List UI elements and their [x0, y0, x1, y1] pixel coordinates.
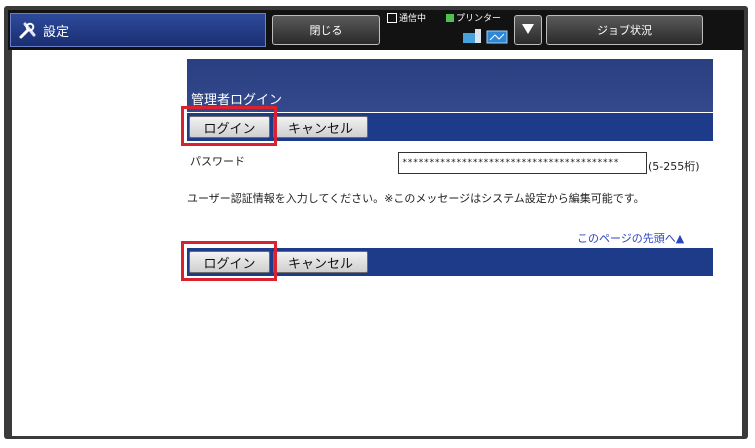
dropdown-button[interactable] — [514, 15, 542, 45]
settings-title: 設定 — [10, 13, 266, 47]
title-text: 設定 — [43, 24, 70, 40]
status-comm: 通信中 — [387, 11, 426, 24]
tools-icon — [19, 21, 37, 39]
close-button[interactable]: 閉じる — [272, 15, 380, 45]
info-message: ユーザー認証情報を入力してください。※このメッセージはシステム設定から編集可能で… — [187, 192, 645, 205]
status-printer: プリンター — [446, 11, 501, 24]
login-header: 管理者ログイン — [187, 59, 713, 112]
device-icons — [461, 27, 509, 49]
triangle-down-icon — [522, 23, 534, 37]
cancel-button-top[interactable]: キャンセル — [273, 116, 368, 138]
password-hint: (5-255桁) — [648, 160, 700, 173]
highlight-login-top — [181, 106, 277, 146]
job-status-button[interactable]: ジョブ状況 — [546, 15, 703, 45]
password-label: パスワード — [190, 155, 245, 168]
checkbox-icon — [387, 12, 397, 23]
page-top-link[interactable]: このページの先頭へ▲ — [577, 230, 684, 246]
printer-status-icon — [446, 13, 454, 22]
password-input[interactable]: **************************************** — [398, 152, 647, 174]
cancel-button-bottom[interactable]: キャンセル — [273, 251, 368, 273]
highlight-login-bottom — [181, 241, 277, 281]
